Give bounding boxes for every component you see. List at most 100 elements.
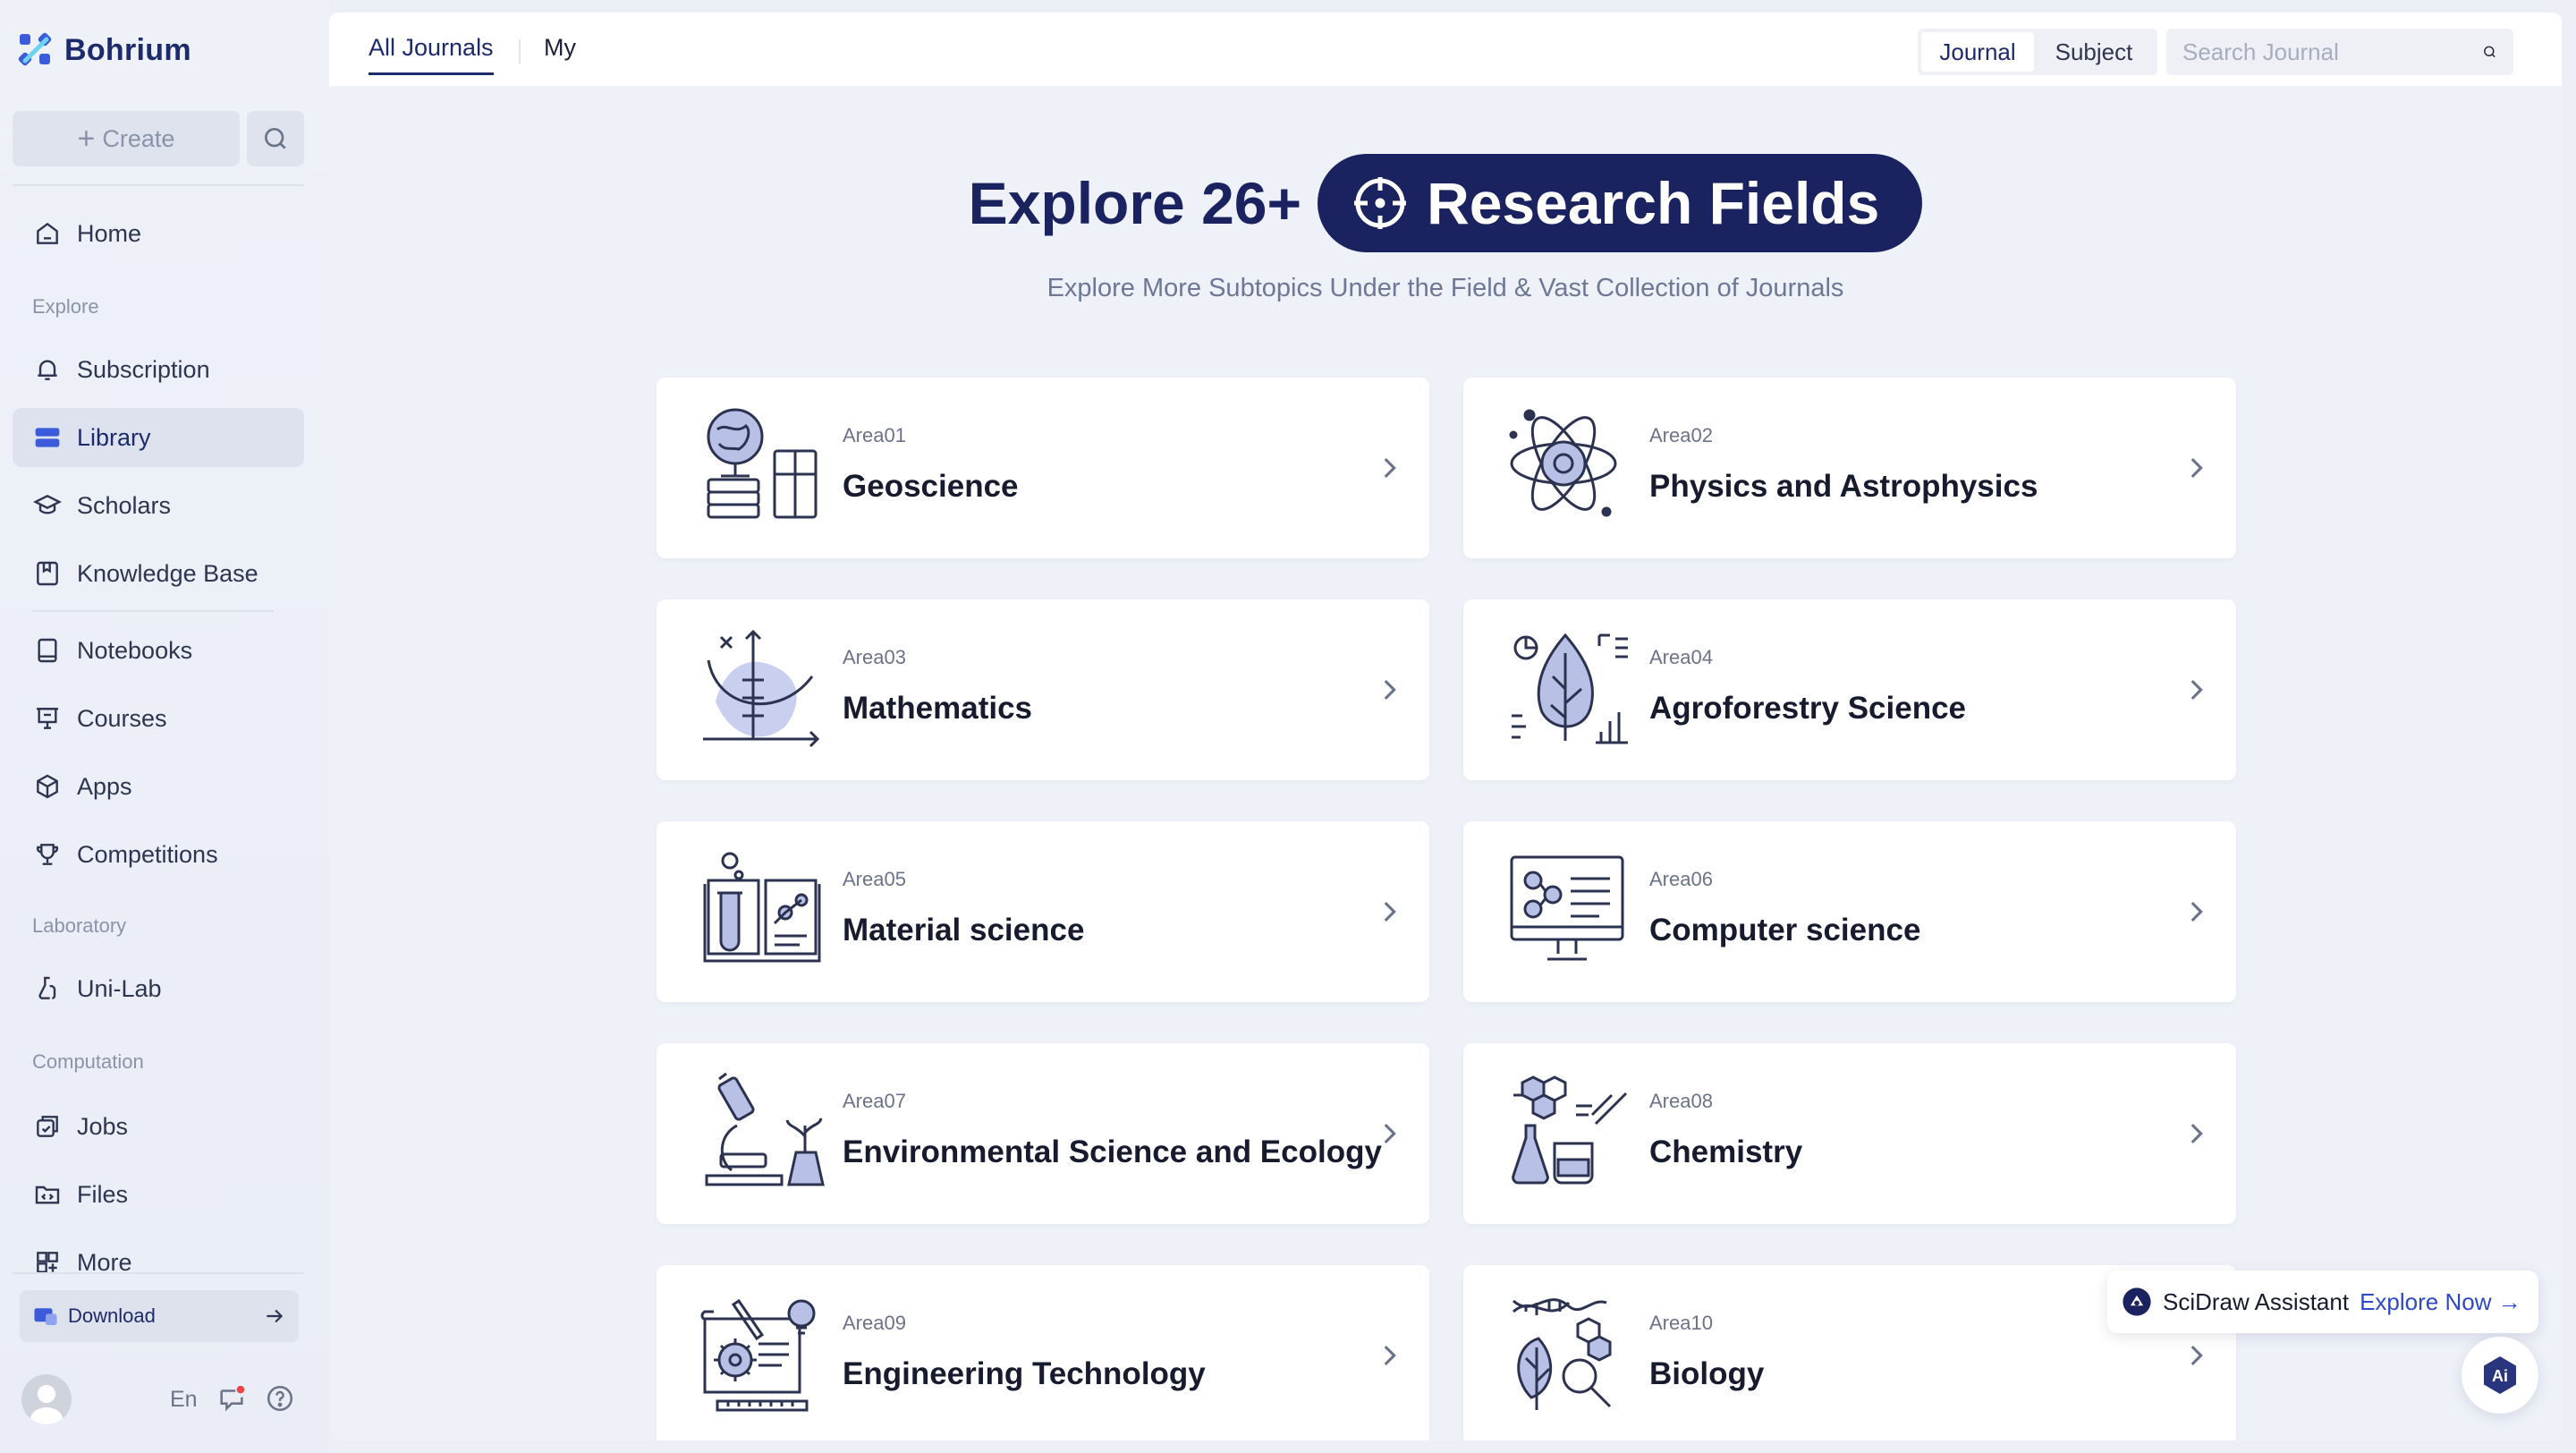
presentation-board-icon [32, 703, 63, 734]
notebook-icon [32, 635, 63, 666]
area-name: Engineering Technology [843, 1356, 1206, 1391]
area-card-computer-science[interactable]: Area06 Computer science [1463, 821, 2236, 1002]
search-icon[interactable] [2482, 39, 2497, 64]
download-label: Download [68, 1304, 156, 1327]
help-button[interactable] [265, 1383, 295, 1414]
toggle-subject[interactable]: Subject [2034, 32, 2154, 72]
chevron-right-icon [2190, 679, 2203, 701]
journal-search [2166, 29, 2513, 75]
search-icon [265, 128, 286, 149]
search-journal-input[interactable] [2182, 38, 2482, 66]
home-icon [32, 218, 63, 249]
tab-my[interactable]: My [544, 34, 576, 72]
logo[interactable]: Bohrium [16, 30, 191, 70]
area-code: Area09 [843, 1312, 906, 1334]
sidebar-item-label: Apps [77, 772, 132, 800]
area-name: Physics and Astrophysics [1649, 469, 2038, 504]
tab-separator [519, 39, 521, 64]
sidebar-item-label: Uni-Lab [77, 974, 162, 1002]
desktop-app-icon [34, 1308, 57, 1325]
area-card-environmental-science[interactable]: Area07 Environmental Science and Ecology [657, 1043, 1429, 1224]
message-notification-icon [220, 1385, 245, 1412]
chevron-right-icon [2190, 1345, 2203, 1366]
bookmark-book-icon [32, 558, 63, 589]
chevron-right-icon [2190, 457, 2203, 479]
area-name: Mathematics [843, 691, 1033, 726]
dna-leaf-icon [1512, 1298, 1612, 1410]
area-code: Area04 [1649, 646, 1713, 668]
sidebar-divider [13, 1272, 304, 1274]
bell-icon [32, 354, 63, 385]
sidebar-item-subscription[interactable]: Subscription [13, 340, 304, 399]
sidebar-item-label: Library [77, 423, 151, 451]
tab-all-journals[interactable]: All Journals [369, 34, 494, 75]
arrow-right-icon [267, 1309, 284, 1323]
sidebar-item-more[interactable]: More [13, 1233, 304, 1292]
avatar[interactable] [21, 1374, 72, 1424]
notifications-button[interactable] [216, 1383, 247, 1414]
hero-title-pill: Research Fields [1318, 154, 1923, 252]
sidebar-item-library[interactable]: Library [13, 408, 304, 467]
toggle-journal[interactable]: Journal [1921, 32, 2034, 72]
sidebar-item-label: Subscription [77, 355, 210, 383]
area-code: Area07 [843, 1090, 906, 1112]
plus-icon: + [77, 122, 96, 156]
sidebar-item-files[interactable]: Files [13, 1165, 304, 1224]
sidebar-search-button[interactable] [247, 111, 304, 166]
chevron-right-icon [2190, 901, 2203, 922]
lab-book-icon [703, 852, 821, 963]
target-crosshair-icon [1354, 177, 1407, 229]
area-code: Area05 [843, 868, 906, 890]
cube-icon [32, 771, 63, 802]
main-panel: All Journals My Journal Subject Explore … [329, 13, 2562, 1440]
atom-icon [1509, 409, 1617, 517]
sidebar-item-label: Competitions [77, 840, 218, 868]
scidraw-label: SciDraw Assistant [2163, 1287, 2350, 1315]
leaf-chart-icon [1512, 633, 1628, 744]
sidebar-item-courses[interactable]: Courses [13, 689, 304, 748]
create-button[interactable]: + Create [13, 111, 240, 166]
sidebar-item-notebooks[interactable]: Notebooks [13, 621, 304, 680]
monitor-icon [1510, 855, 1624, 961]
scidraw-assistant-banner[interactable]: SciDraw Assistant Explore Now → [2107, 1270, 2538, 1333]
bohrium-logo-icon [18, 32, 52, 66]
globe-books-icon [707, 408, 818, 519]
sidebar-divider [32, 610, 274, 612]
explore-now-link[interactable]: Explore Now → [2360, 1288, 2521, 1316]
download-button[interactable]: Download [20, 1290, 299, 1342]
chevron-right-icon [1384, 1345, 1396, 1366]
sidebar-item-uni-lab[interactable]: Uni-Lab [13, 959, 304, 1018]
molecule-flask-icon [1512, 1075, 1628, 1185]
sidebar-item-jobs[interactable]: Jobs [13, 1097, 304, 1156]
microscope-plant-icon [705, 1072, 825, 1186]
ai-assistant-button[interactable]: Ai [2462, 1337, 2538, 1414]
area-card-mathematics[interactable]: Area03 Mathematics [657, 599, 1429, 780]
area-card-geoscience[interactable]: Area01 Geoscience [657, 378, 1429, 558]
sidebar-item-knowledge-base[interactable]: Knowledge Base [13, 544, 304, 603]
language-switch[interactable]: En [170, 1387, 198, 1413]
sidebar-item-home[interactable]: Home [13, 204, 304, 263]
area-code: Area08 [1649, 1090, 1713, 1112]
chevron-right-icon [1384, 1123, 1396, 1144]
hero-title-prefix: Explore 26+ [968, 170, 1302, 236]
sidebar-item-scholars[interactable]: Scholars [13, 476, 304, 535]
area-card-material-science[interactable]: Area05 Material science [657, 821, 1429, 1002]
sidebar-item-competitions[interactable]: Competitions [13, 825, 304, 884]
section-computation: Computation [32, 1050, 144, 1073]
sidebar-item-label: Notebooks [77, 636, 193, 664]
sidebar-item-label: Home [77, 219, 142, 247]
area-card-engineering-technology[interactable]: Area09 Engineering Technology [657, 1265, 1429, 1440]
chevron-right-icon [1384, 457, 1396, 479]
area-card-physics-astrophysics[interactable]: Area02 Physics and Astrophysics [1463, 378, 2236, 558]
hero-title-row: Explore 26+ Research Fields [329, 154, 2562, 252]
graduation-cap-icon [32, 490, 63, 521]
sidebar-item-label: Courses [77, 704, 167, 732]
sidebar-item-label: Scholars [77, 491, 172, 519]
area-name: Geoscience [843, 469, 1019, 504]
area-card-agroforestry[interactable]: Area04 Agroforestry Science [1463, 599, 2236, 780]
create-label: Create [102, 124, 175, 152]
journal-subject-toggle: Journal Subject [1918, 29, 2157, 75]
flask-hand-icon [32, 973, 63, 1004]
area-card-chemistry[interactable]: Area08 Chemistry [1463, 1043, 2236, 1224]
sidebar-item-apps[interactable]: Apps [13, 757, 304, 816]
